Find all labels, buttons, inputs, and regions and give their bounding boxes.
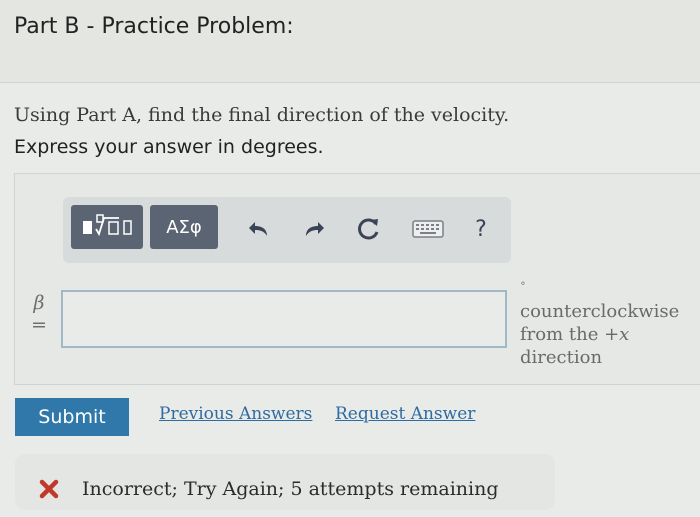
question-text: Using Part A, find the final direction o…: [14, 104, 510, 126]
greek-symbols-button[interactable]: ΑΣφ: [150, 205, 218, 249]
incorrect-x-icon: [39, 479, 59, 499]
part-title: Part B - Practice Problem:: [14, 14, 294, 39]
help-icon[interactable]: ?: [467, 215, 495, 243]
unit-axis: +x: [604, 324, 630, 345]
previous-answers-link[interactable]: Previous Answers: [159, 404, 312, 424]
undo-icon[interactable]: [245, 215, 273, 243]
feedback-message: Incorrect; Try Again; 5 attempts remaini…: [82, 478, 499, 500]
unit-line-2-prefix: from the: [520, 324, 605, 345]
unit-line-1: counterclockwise: [520, 301, 680, 322]
redo-icon[interactable]: [300, 215, 328, 243]
keyboard-icon[interactable]: [411, 215, 445, 243]
templates-icon: [83, 214, 132, 237]
part-header: Part B - Practice Problem:: [0, 0, 700, 83]
templates-button[interactable]: [71, 205, 143, 249]
variable-label: β =: [30, 292, 48, 336]
submit-button[interactable]: Submit: [15, 398, 129, 436]
degree-unit: ∘: [520, 276, 526, 290]
unit-description: counterclockwise from the +x direction: [520, 300, 695, 369]
unit-line-2: from the +x: [520, 323, 695, 346]
reset-icon[interactable]: [355, 215, 383, 243]
math-toolbar: ΑΣφ ?: [63, 197, 511, 263]
request-answer-link[interactable]: Request Answer: [335, 404, 475, 424]
answer-input[interactable]: [61, 290, 507, 348]
answer-instruction: Express your answer in degrees.: [14, 136, 324, 158]
unit-line-3: direction: [520, 347, 603, 368]
variable-symbol: β: [33, 292, 45, 314]
equals-sign: =: [31, 314, 47, 336]
